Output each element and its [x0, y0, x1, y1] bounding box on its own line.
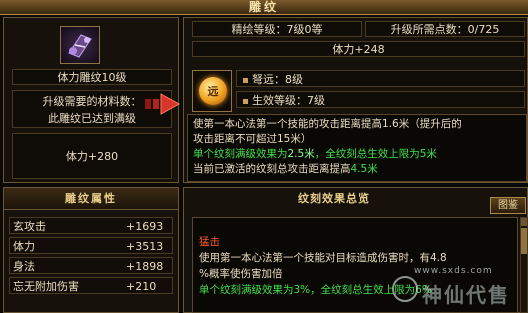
attributes-title: 雕纹属性: [4, 188, 178, 210]
watermark-logo-icon: [392, 276, 418, 302]
bullet-icon: [243, 77, 248, 83]
attribute-name: 身法: [13, 260, 35, 273]
desc-line-3-post: ，全纹刻总生效上限为5米: [314, 148, 437, 160]
desc-line-2: 攻击距离不可超过15米）: [193, 133, 312, 145]
attribute-row: 玄攻击 +1693: [9, 217, 173, 234]
window-title-bar: 雕纹: [0, 0, 528, 15]
gem-slot[interactable]: 远: [192, 70, 232, 112]
attributes-panel: 雕纹属性 玄攻击 +1693 体力 +3513 身法 +1898 忘无附加伤害 …: [3, 187, 179, 313]
gem-detail-panel: 精绘等级：7级0等 升级所需点数：0/725 体力+248 远 弩远：8级 生效…: [183, 17, 528, 183]
attribute-name: 玄攻击: [13, 220, 46, 233]
gem-name-row: 弩远：8级: [236, 70, 525, 87]
gem-effect-level: 生效等级：7级: [252, 94, 325, 107]
attribute-name: 忘无附加伤害: [13, 280, 79, 293]
refine-level: 精绘等级：7级0等: [192, 21, 362, 37]
scroll-up-icon[interactable]: [521, 218, 527, 226]
desc-line-4-pre: 当前已激活的纹刻总攻击距离提高: [193, 163, 351, 175]
window-title: 雕纹: [248, 0, 279, 14]
upgrade-points: 升级所需点数：0/725: [365, 21, 525, 37]
gem-orb-icon: 远: [199, 77, 227, 105]
atlas-button[interactable]: 图鉴: [490, 197, 526, 214]
gem-description: 使第一本心法第一个技能的攻击距离提高1.6米（提升后的 攻击距离不可超过15米）…: [187, 114, 527, 182]
bullet-icon: [243, 98, 248, 104]
carving-item-slot[interactable]: [60, 26, 100, 64]
attribute-value: +210: [126, 280, 157, 293]
watermark: www.sxds.com 神仙代售: [390, 262, 528, 312]
desc-line-3-value: 2.5米: [287, 148, 315, 160]
desc-line-1: 使第一本心法第一个技能的攻击距离提高1.6米（提升后的: [193, 118, 462, 130]
attribute-row: 忘无附加伤害 +210: [9, 277, 173, 294]
watermark-site: www.sxds.com: [414, 266, 493, 276]
gem-effect-level-row: 生效等级：7级: [236, 91, 525, 108]
effect-name: 猛击: [199, 236, 220, 248]
effects-title: 纹刻效果总览: [298, 192, 370, 205]
attribute-value: +3513: [126, 240, 164, 253]
attribute-row: 体力 +3513: [9, 237, 173, 254]
desc-line-3: 单个纹刻满级效果为2.5米，全纹刻总生效上限为5米: [193, 147, 521, 162]
gem-name: 弩远：8级: [252, 73, 303, 86]
desc-line-4: 当前已激活的纹刻总攻击距离提高4.5米: [193, 162, 521, 177]
upgrade-arrow-icon: [143, 92, 181, 116]
scroll-thumb[interactable]: [521, 228, 527, 254]
attribute-name: 体力: [13, 240, 35, 253]
watermark-text: 神仙代售: [422, 283, 510, 307]
carving-item-icon: [68, 34, 92, 58]
gem-stat: 体力+248: [192, 41, 525, 57]
current-stat: 体力+280: [12, 133, 172, 179]
desc-line-4-value: 4.5米: [350, 163, 378, 175]
gem-orb-glyph: 远: [207, 85, 219, 98]
carving-level: 体力雕纹10级: [12, 69, 172, 85]
attribute-value: +1693: [126, 220, 164, 233]
attribute-row: 身法 +1898: [9, 257, 173, 274]
desc-line-3-pre: 单个纹刻满级效果为: [193, 148, 288, 160]
attribute-value: +1898: [126, 260, 164, 273]
